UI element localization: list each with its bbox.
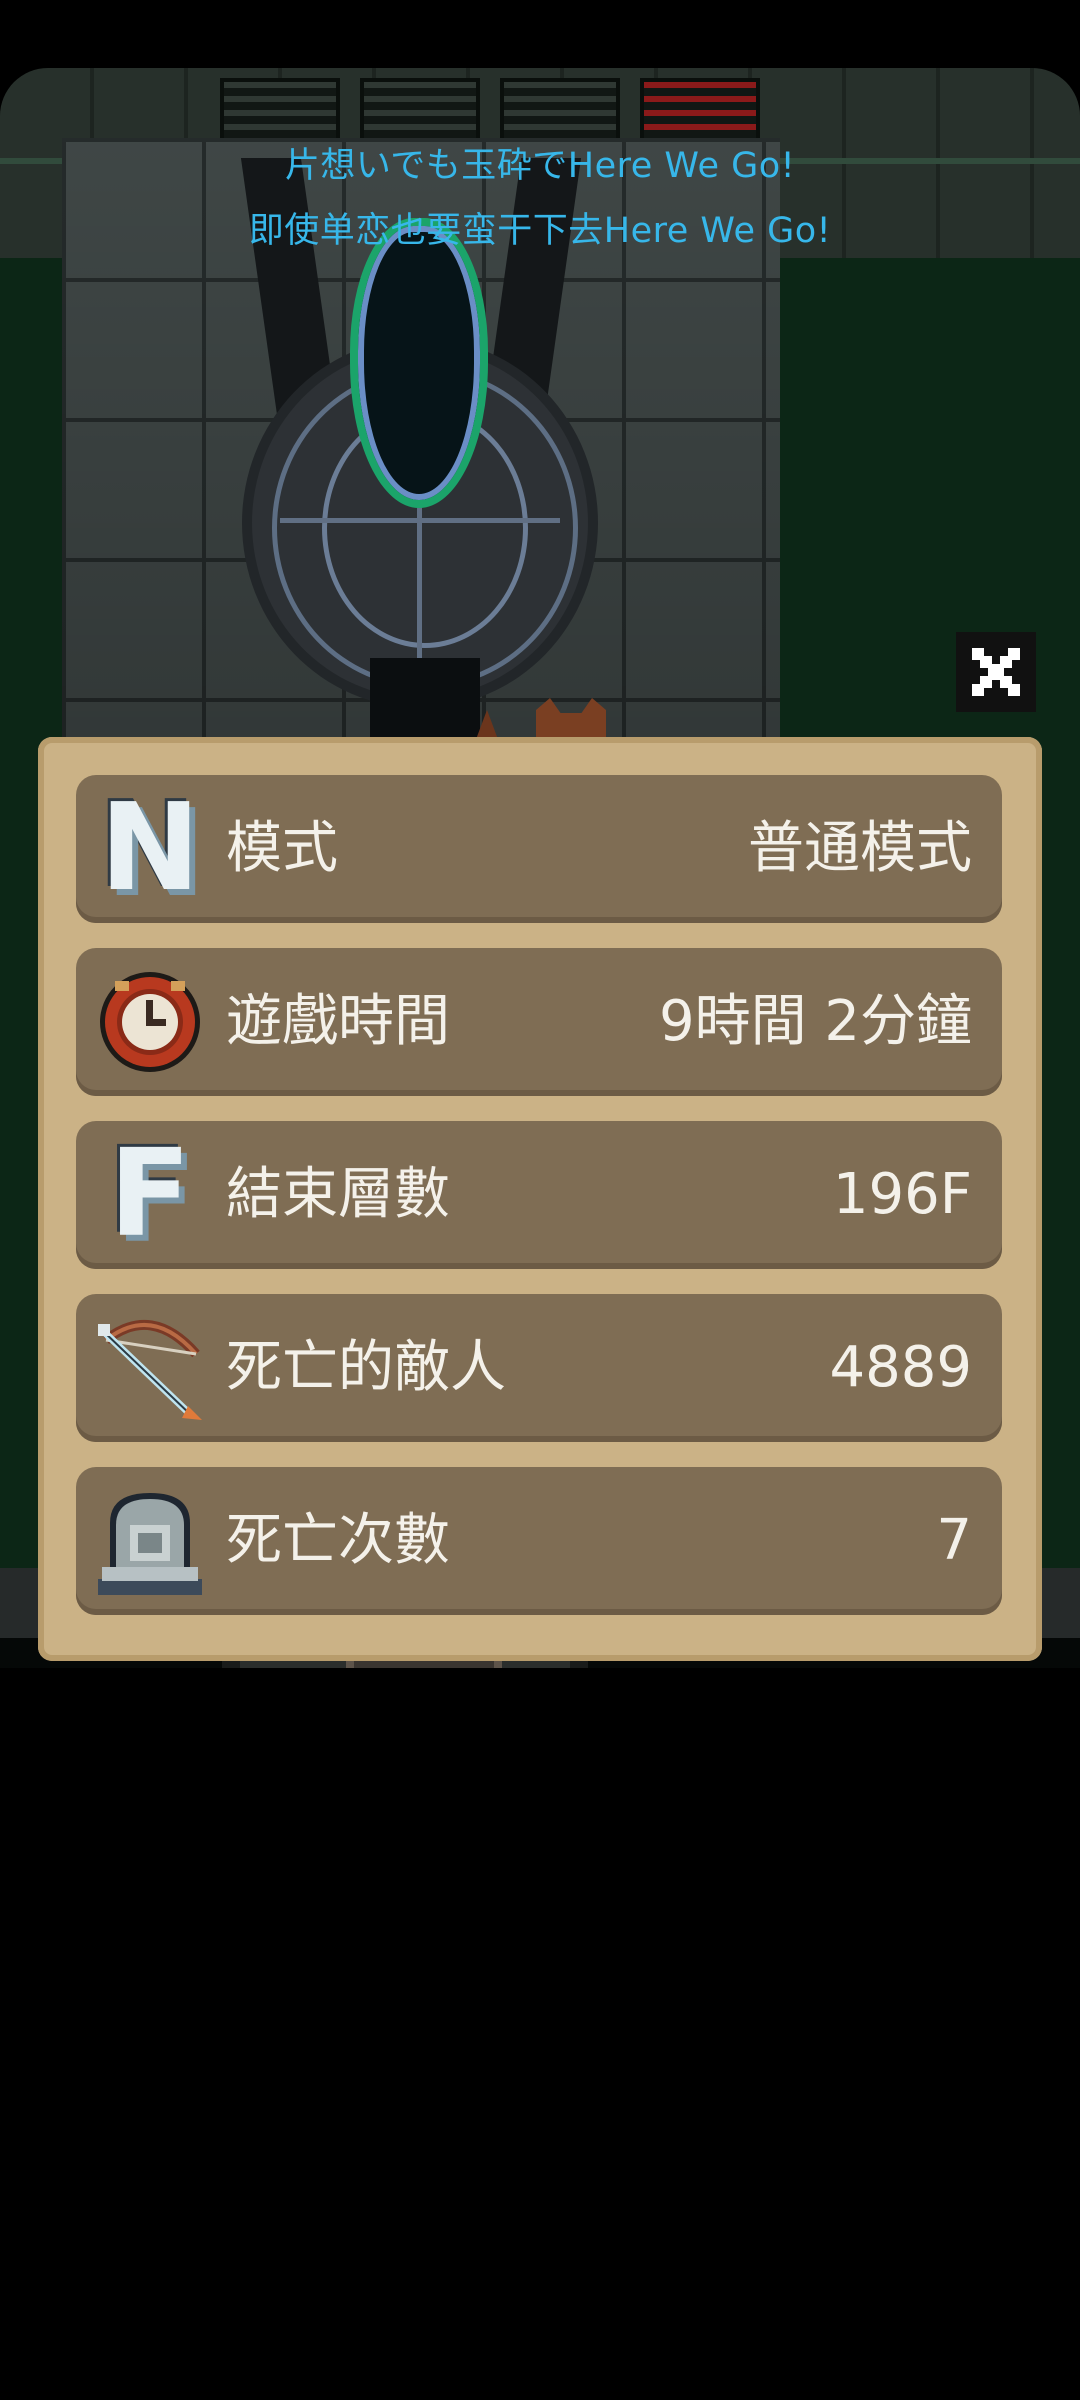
- stat-row-kills: 死亡的敵人 4889: [76, 1294, 1002, 1442]
- close-icon: [972, 648, 1020, 696]
- stat-label: 遊戲時間: [226, 989, 450, 1054]
- portal-gate: [350, 218, 488, 508]
- stat-label: 死亡的敵人: [226, 1335, 506, 1400]
- bow-icon: [98, 1320, 202, 1420]
- stat-value: 普通模式: [748, 816, 972, 881]
- stat-label: 模式: [226, 816, 338, 881]
- stat-value: 196F: [832, 1162, 972, 1227]
- stat-label: 結束層數: [226, 1162, 450, 1227]
- lyric-line-2: 即使单恋也要蛮干下去Here We Go!: [248, 211, 832, 251]
- stat-value: 9時間 2分鐘: [658, 989, 972, 1054]
- letter-f-icon: F: [109, 1125, 191, 1264]
- letter-n-icon: N: [99, 779, 201, 918]
- stat-row-mode: N 模式 普通模式: [76, 775, 1002, 923]
- stats-panel: N 模式 普通模式 遊戲時間 9時間 2分鐘 F 結束層數 196F 死亡的敵人…: [38, 737, 1042, 1661]
- tombstone-icon: [98, 1493, 202, 1595]
- lyric-line-1: 片想いでも玉砕でHere We Go!: [284, 146, 796, 186]
- clock-icon: [100, 972, 200, 1072]
- close-button[interactable]: [956, 632, 1036, 712]
- stat-value: 4889: [829, 1335, 972, 1400]
- stat-row-floor: F 結束層數 196F: [76, 1121, 1002, 1269]
- stat-value: 7: [936, 1508, 972, 1573]
- stat-label: 死亡次數: [226, 1508, 450, 1573]
- stat-row-playtime: 遊戲時間 9時間 2分鐘: [76, 948, 1002, 1096]
- stat-row-deaths: 死亡次數 7: [76, 1467, 1002, 1615]
